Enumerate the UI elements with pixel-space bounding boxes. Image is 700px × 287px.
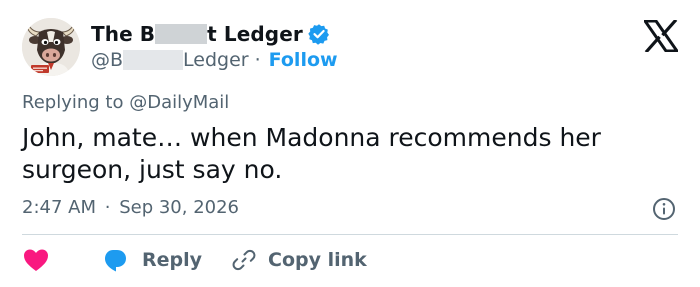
verified-badge-icon xyxy=(308,23,330,45)
separator-dot: · xyxy=(254,49,261,71)
reply-label: Reply xyxy=(142,249,203,271)
bull-avatar-illustration xyxy=(22,18,80,76)
tweet-text: John, mate… when Madonna recommends her … xyxy=(22,123,601,184)
reply-bubble-icon xyxy=(105,250,126,272)
author-display-name[interactable]: The Bt Ledger xyxy=(91,22,303,46)
author-handle-prefix[interactable]: @B xyxy=(91,49,123,71)
x-logo-icon[interactable] xyxy=(642,18,680,54)
handle-redaction-bar xyxy=(123,50,184,70)
tweet-time[interactable]: 2:47 AM xyxy=(22,197,96,218)
replying-to-line: Replying to @DailyMail xyxy=(22,92,229,113)
tweet-actions: Reply Copy link xyxy=(22,245,367,275)
copy-link-button[interactable]: Copy link xyxy=(232,248,367,272)
name-redaction-bar xyxy=(155,24,208,44)
like-button[interactable] xyxy=(22,247,50,273)
author-name-row[interactable]: The Bt Ledger xyxy=(91,21,330,47)
timestamp-separator: · xyxy=(104,197,111,218)
avatar[interactable] xyxy=(22,18,80,76)
author-handle-row: @B Ledger · Follow xyxy=(91,47,338,73)
divider xyxy=(22,234,678,235)
info-icon[interactable] xyxy=(652,197,676,221)
replying-to-label: Replying to xyxy=(22,92,130,113)
copy-link-label: Copy link xyxy=(268,249,367,271)
tweet-date[interactable]: Sep 30, 2026 xyxy=(119,197,239,218)
follow-button[interactable]: Follow xyxy=(269,49,338,71)
link-icon xyxy=(232,249,256,271)
heart-icon xyxy=(24,249,48,271)
replying-to-mention[interactable]: @DailyMail xyxy=(129,92,229,113)
author-handle-suffix[interactable]: Ledger xyxy=(183,49,249,71)
reply-button[interactable]: Reply xyxy=(102,247,202,273)
tweet-timestamp[interactable]: 2:47 AM · Sep 30, 2026 xyxy=(22,197,239,218)
